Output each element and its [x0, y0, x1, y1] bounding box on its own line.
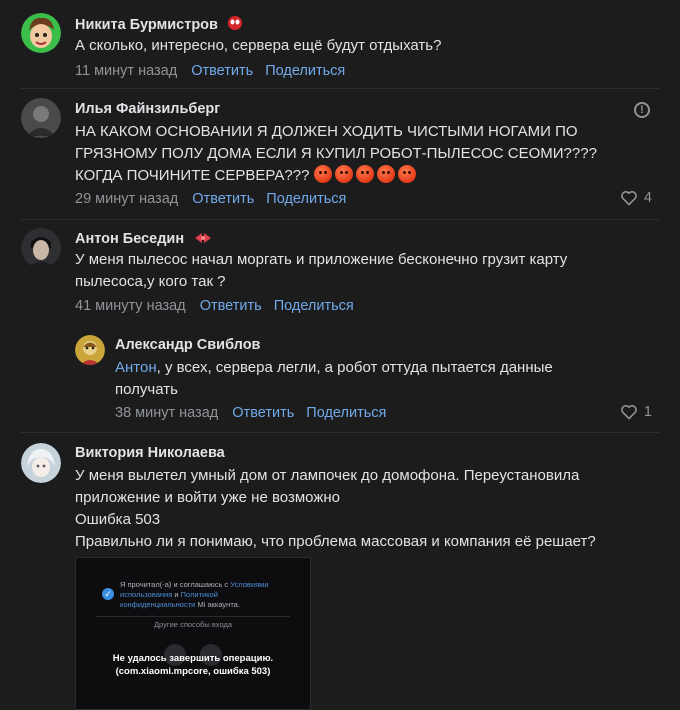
comment-text-line: получать: [115, 381, 178, 398]
avatar[interactable]: [21, 443, 61, 483]
comment-text-line: А сколько, интересно, сервера ещё будут …: [75, 37, 442, 54]
other-methods-label: Другие способы входа: [153, 620, 233, 629]
divider: [96, 616, 290, 617]
author-name-text[interactable]: Никита Бурмистров: [75, 17, 218, 33]
avatar-anime-icon: [21, 443, 61, 483]
author-name[interactable]: Александр Свиблов: [115, 337, 260, 353]
reply-button[interactable]: Ответить: [192, 191, 254, 207]
comment-text-line: У меня пылесос начал моргать и приложени…: [75, 251, 568, 268]
avatar[interactable]: [21, 98, 61, 138]
author-name[interactable]: Виктория Николаева: [75, 445, 225, 461]
avatar-cartoon-boy-icon: [21, 13, 61, 53]
comment-text-line: приложение и войти уже не возможно: [75, 489, 340, 506]
spider-mask-badge-icon: [227, 15, 243, 35]
timestamp[interactable]: 11 минут назад: [75, 63, 177, 79]
consent-text-segment: Я прочитал(-а) и соглашаюсь с: [120, 580, 231, 589]
comment-text: У меня вылетел умный дом от лампочек до …: [75, 465, 596, 553]
author-name-text[interactable]: Виктория Николаева: [75, 445, 225, 461]
share-button[interactable]: Поделиться: [266, 191, 346, 207]
report-icon[interactable]: !: [634, 102, 650, 118]
like-button[interactable]: 1: [620, 404, 652, 420]
avatar-character-icon: [75, 335, 105, 365]
like-count: 4: [643, 190, 652, 206]
author-name-text[interactable]: Антон Беседин: [75, 231, 184, 247]
attached-screenshot[interactable]: ✓ Я прочитал(-а) и соглашаюсь с Условиям…: [75, 557, 311, 710]
author-name[interactable]: Антон Беседин: [75, 231, 213, 249]
avatar-photo-icon: [21, 98, 61, 138]
angry-emoji-icon: [376, 165, 395, 183]
comment-text-line: КОГДА ПОЧИНИТЕ СЕРВЕРА???: [75, 165, 597, 187]
heart-icon: [621, 405, 637, 420]
avatar-photo-icon: [21, 228, 61, 268]
error-message: Не удалось завершить операцию. (com.xiao…: [86, 652, 300, 678]
comment-meta: 38 минут назад Ответить Поделиться: [115, 405, 386, 421]
comment-meta: 41 минуту назад Ответить Поделиться: [75, 298, 354, 314]
angry-emoji-icon: [397, 165, 416, 183]
avatar[interactable]: [75, 335, 105, 365]
comment-text-line: Антон, у всех, сервера легли, а робот от…: [115, 357, 553, 379]
comment-text-line: Ошибка 503: [75, 511, 161, 528]
angry-emoji-icon: [334, 165, 353, 183]
comment-text-line: пылесоса,у кого так ?: [75, 273, 226, 290]
comment-text: Антон, у всех, сервера легли, а робот от…: [115, 357, 553, 401]
angry-emoji-icon: [355, 165, 374, 183]
comment-text-line: Правильно ли я понимаю, что проблема мас…: [75, 533, 596, 550]
timestamp[interactable]: 41 минуту назад: [75, 298, 186, 314]
error-message-line: Не удалось завершить операцию.: [112, 653, 274, 664]
mention-link[interactable]: Антон: [115, 359, 157, 376]
reply-button[interactable]: Ответить: [191, 63, 253, 79]
comment-meta: 11 минут назад Ответить Поделиться: [75, 63, 345, 79]
angry-emoji-icon: [313, 165, 332, 183]
comment-text: А сколько, интересно, сервера ещё будут …: [75, 35, 441, 57]
comment-text-line: ГРЯЗНОМУ ПОЛУ ДОМА ЕСЛИ Я КУПИЛ РОБОТ-ПЫ…: [75, 145, 597, 162]
avatar[interactable]: [21, 228, 61, 268]
reply-comment: Александр Свиблов Антон, у всех, сервера…: [0, 325, 680, 430]
share-button[interactable]: Поделиться: [306, 405, 386, 421]
consent-text-segment: Mi аккаунта.: [195, 600, 240, 609]
comment-text: У меня пылесос начал моргать и приложени…: [75, 249, 567, 293]
reply-button[interactable]: Ответить: [232, 405, 294, 421]
author-name[interactable]: Илья Файнзильберг: [75, 101, 220, 117]
comment-1: Никита Бурмистров А сколько, интересно, …: [0, 0, 680, 90]
like-count: 1: [643, 404, 652, 420]
error-message-line: (com.xiaomi.mpcore, ошибка 503): [115, 666, 271, 677]
author-name[interactable]: Никита Бурмистров: [75, 15, 243, 35]
reply-button[interactable]: Ответить: [200, 298, 262, 314]
comment-text-line: НА КАКОМ ОСНОВАНИИ Я ДОЛЖЕН ХОДИТЬ ЧИСТЫ…: [75, 123, 578, 140]
comment-text-segment: КОГДА ПОЧИНИТЕ СЕРВЕРА???: [75, 167, 310, 184]
share-button[interactable]: Поделиться: [265, 63, 345, 79]
comment-meta: 29 минут назад Ответить Поделиться: [75, 191, 346, 207]
divider: [20, 88, 660, 89]
avatar[interactable]: [21, 13, 61, 53]
like-button[interactable]: 4: [620, 190, 652, 206]
comment-3: Антон Беседин У меня пылесос начал морга…: [0, 220, 680, 325]
comment-text-segment: , у всех, сервера легли, а робот оттуда …: [156, 359, 553, 376]
consent-text: Я прочитал(-а) и соглашаюсь с Условиями …: [120, 580, 295, 610]
timestamp[interactable]: 29 минут назад: [75, 191, 178, 207]
checkbox-checked-icon: ✓: [102, 588, 114, 600]
decoration-badge-icon: [193, 231, 213, 249]
share-button[interactable]: Поделиться: [274, 298, 354, 314]
consent-text-segment: и: [172, 590, 181, 599]
comment-text-line: У меня вылетел умный дом от лампочек до …: [75, 467, 580, 484]
author-name-text[interactable]: Илья Файнзильберг: [75, 101, 220, 117]
comment-text: НА КАКОМ ОСНОВАНИИ Я ДОЛЖЕН ХОДИТЬ ЧИСТЫ…: [75, 121, 597, 187]
author-name-text[interactable]: Александр Свиблов: [115, 337, 260, 353]
comment-2: Илья Файнзильберг ! НА КАКОМ ОСНОВАНИИ Я…: [0, 90, 680, 220]
timestamp[interactable]: 38 минут назад: [115, 405, 218, 421]
heart-icon: [621, 191, 637, 206]
